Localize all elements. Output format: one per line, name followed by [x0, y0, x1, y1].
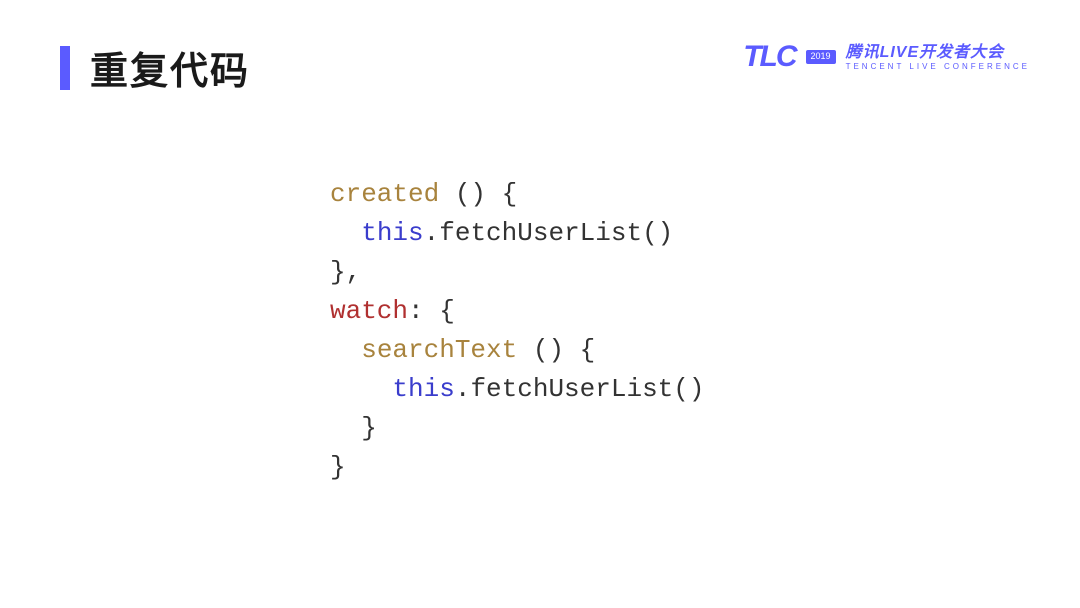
code-token: searchText — [361, 335, 517, 365]
code-token: this — [361, 218, 423, 248]
title-container: 重复代码 — [60, 40, 250, 95]
code-token: } — [330, 413, 377, 443]
code-snippet: created () { this.fetchUserList() }, wat… — [330, 175, 704, 487]
code-token: () { — [517, 335, 595, 365]
code-token: () { — [439, 179, 517, 209]
conference-logo: TLC 2019 腾讯LIVE开发者大会 TENCENT LIVE CONFER… — [743, 40, 1030, 74]
conference-name-sub: TENCENT LIVE CONFERENCE — [846, 62, 1030, 72]
code-token: }, — [330, 257, 361, 287]
year-badge: 2019 — [806, 50, 836, 64]
code-token: watch — [330, 296, 408, 326]
code-token: .fetchUserList() — [455, 374, 705, 404]
code-token — [330, 374, 392, 404]
slide-title: 重复代码 — [90, 40, 250, 95]
conference-name-main: 腾讯LIVE开发者大会 — [846, 43, 1030, 62]
code-token: : { — [408, 296, 455, 326]
code-token: this — [392, 374, 454, 404]
tlc-logo-text: TLC — [743, 40, 795, 74]
code-token — [330, 335, 361, 365]
conference-name: 腾讯LIVE开发者大会 TENCENT LIVE CONFERENCE — [846, 43, 1030, 72]
slide-header: 重复代码 TLC 2019 腾讯LIVE开发者大会 TENCENT LIVE C… — [0, 0, 1080, 95]
code-token — [330, 218, 361, 248]
code-token: .fetchUserList() — [424, 218, 674, 248]
code-token: created — [330, 179, 439, 209]
title-accent-bar — [60, 46, 70, 90]
code-token: } — [330, 452, 346, 482]
